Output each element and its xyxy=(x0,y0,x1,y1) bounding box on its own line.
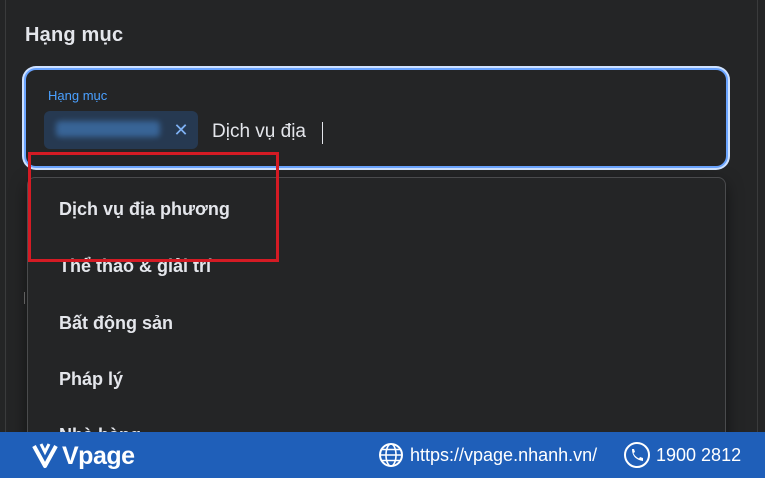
vpage-logo-icon xyxy=(32,443,58,468)
hotline-number[interactable]: 1900 2812 xyxy=(656,445,741,466)
category-panel: Hạng mục Hạng mục ✕ Dịch vụ địa phương T… xyxy=(0,0,765,449)
section-title: Hạng mục xyxy=(25,24,124,46)
chip-label-blurred xyxy=(56,121,160,137)
phone-icon xyxy=(624,442,650,468)
category-field-label: Hạng mục xyxy=(48,88,108,103)
option-label: Bất động sản xyxy=(59,313,174,333)
brand-name: Vpage xyxy=(62,442,135,470)
panel-divider-right xyxy=(757,0,758,432)
close-icon[interactable]: ✕ xyxy=(171,119,191,141)
selected-category-chip[interactable]: ✕ xyxy=(44,111,198,149)
panel-divider-left xyxy=(5,0,6,432)
option-label: Pháp lý xyxy=(59,369,124,389)
website-url[interactable]: https://vpage.nhanh.vn/ xyxy=(410,445,597,466)
highlight-annotation-box xyxy=(28,152,279,262)
category-search-input[interactable] xyxy=(212,120,692,144)
footer-banner: Vpage https://vpage.nhanh.vn/ 1900 2812 xyxy=(0,432,765,478)
text-caret xyxy=(322,122,323,144)
globe-icon xyxy=(379,443,403,467)
dropdown-option-real-estate[interactable]: Bất động sản xyxy=(28,294,725,350)
dropdown-option-legal[interactable]: Pháp lý xyxy=(28,350,725,406)
